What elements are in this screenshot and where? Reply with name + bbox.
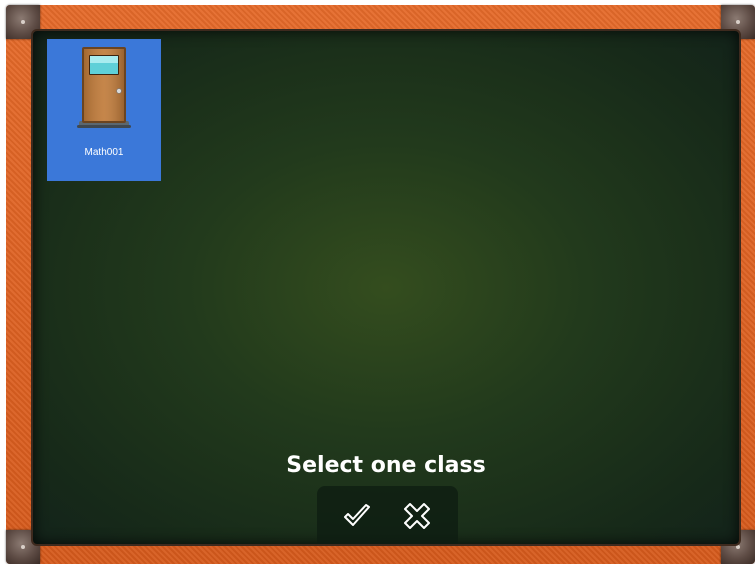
close-x-icon[interactable] (401, 500, 433, 532)
chalkboard: Math001 Select one class (31, 29, 741, 546)
door-icon (77, 47, 131, 128)
class-label: Math001 (84, 147, 124, 158)
checkmark-icon[interactable] (341, 500, 373, 532)
class-tile-math001[interactable]: Math001 (47, 39, 161, 181)
select-class-prompt: Select one class (286, 453, 486, 478)
action-bar (317, 486, 458, 544)
